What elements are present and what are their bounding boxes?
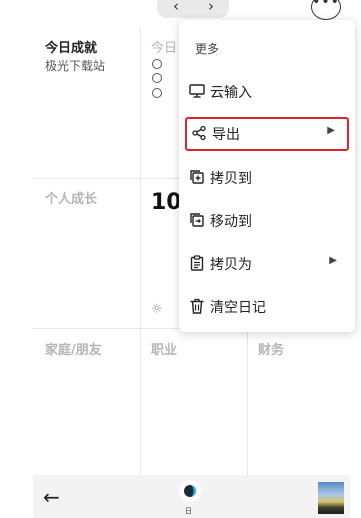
more-menu: 更多 云输入 导出 ▶ 拷贝到 移动到 拷贝为 ▶ 清空日记 bbox=[179, 20, 355, 332]
menu-item-label: 清空日记 bbox=[210, 300, 266, 316]
menu-item-clear-diary[interactable]: 清空日记 bbox=[185, 289, 349, 323]
monitor-icon bbox=[189, 83, 205, 99]
checkbox-circle[interactable] bbox=[152, 88, 162, 98]
checkbox-circle[interactable] bbox=[152, 73, 162, 83]
grid-line bbox=[140, 28, 141, 475]
cell-title-finance[interactable]: 财务 bbox=[258, 339, 284, 358]
menu-item-label: 拷贝为 bbox=[210, 257, 252, 273]
next-button[interactable]: › bbox=[196, 0, 226, 17]
copy-to-icon bbox=[189, 169, 205, 185]
menu-header: 更多 bbox=[195, 42, 220, 56]
menu-item-label: 云输入 bbox=[210, 85, 252, 101]
grid-line bbox=[247, 328, 248, 475]
photo-thumbnail[interactable] bbox=[318, 482, 344, 514]
menu-item-export[interactable]: 导出 ▶ bbox=[185, 117, 349, 151]
submenu-arrow-icon: ▶ bbox=[329, 255, 337, 266]
menu-item-copy-as[interactable]: 拷贝为 ▶ bbox=[185, 246, 349, 280]
sun-icon: ☼ bbox=[151, 302, 163, 317]
cell-title-career[interactable]: 职业 bbox=[151, 339, 177, 358]
grid-line bbox=[33, 178, 180, 179]
cell-title-growth[interactable]: 个人成长 bbox=[45, 188, 97, 207]
cell-title-family[interactable]: 家庭/朋友 bbox=[45, 339, 102, 358]
cell-subtitle: 极光下载站 bbox=[45, 59, 106, 73]
menu-item-label: 导出 bbox=[212, 127, 240, 143]
submenu-arrow-icon: ▶ bbox=[327, 125, 335, 136]
day-label: 日 bbox=[185, 507, 192, 515]
share-icon bbox=[191, 125, 207, 141]
checkbox-circle[interactable] bbox=[152, 59, 162, 69]
menu-item-label: 移动到 bbox=[210, 214, 252, 230]
day-view-icon[interactable] bbox=[179, 480, 201, 502]
trash-icon bbox=[189, 298, 205, 314]
prev-button[interactable]: ‹ bbox=[161, 0, 191, 17]
cell-title-today[interactable]: 今日 bbox=[151, 37, 177, 56]
day-number: 10 bbox=[151, 190, 182, 215]
move-to-icon bbox=[189, 212, 205, 228]
menu-item-cloud-input[interactable]: 云输入 bbox=[185, 74, 349, 108]
back-arrow-icon[interactable]: ← bbox=[43, 485, 60, 509]
bottom-bar: ← 日 bbox=[33, 475, 350, 518]
clipboard-icon bbox=[189, 255, 205, 271]
menu-item-move-to[interactable]: 移动到 bbox=[185, 203, 349, 237]
more-button[interactable]: ••• bbox=[311, 0, 341, 20]
menu-item-copy-to[interactable]: 拷贝到 bbox=[185, 160, 349, 194]
cell-title-achievements[interactable]: 今日成就 bbox=[45, 37, 97, 56]
menu-item-label: 拷贝到 bbox=[210, 171, 252, 187]
